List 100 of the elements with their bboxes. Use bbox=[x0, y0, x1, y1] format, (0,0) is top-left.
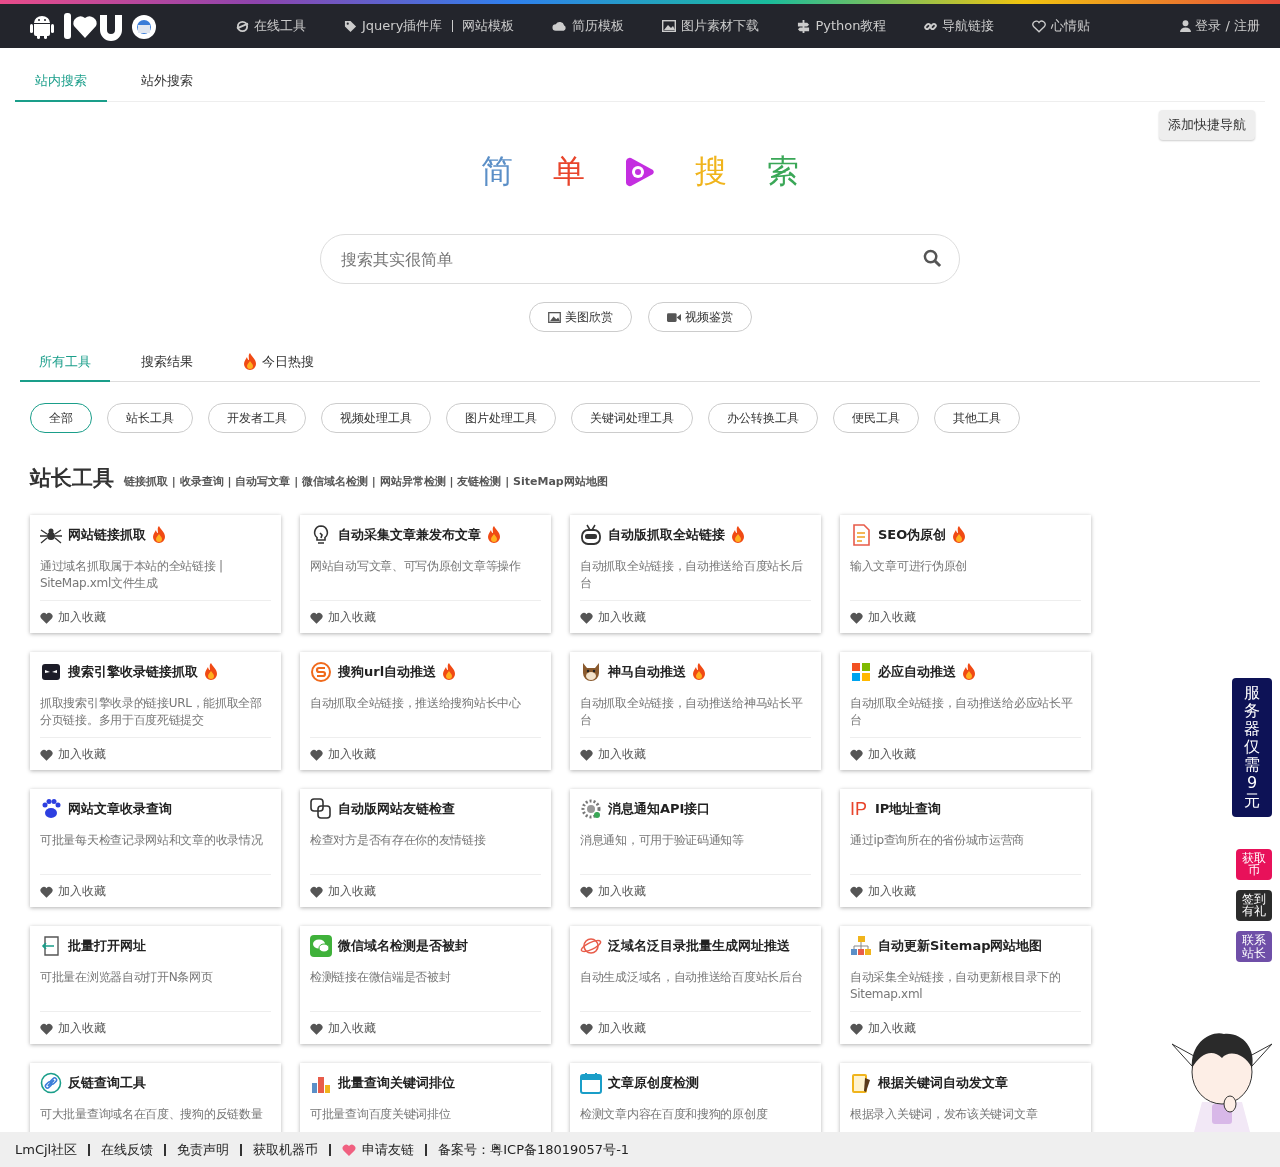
heart-icon bbox=[580, 1022, 593, 1035]
heart-icon bbox=[310, 748, 323, 761]
side-button[interactable]: 签到 有礼 bbox=[1236, 889, 1272, 921]
footer-link[interactable]: LmCjl社区 bbox=[15, 1143, 89, 1156]
card-description: 消息通知，可用于验证码通知等 bbox=[580, 832, 811, 875]
gear-icon bbox=[580, 798, 602, 820]
tool-card[interactable]: 搜狗url自动推送 自动抓取全站链接，推送给搜狗站长中心 加入收藏 bbox=[300, 652, 551, 770]
user-icon bbox=[1180, 20, 1192, 32]
card-title: 搜索引擎收录链接抓取 bbox=[68, 663, 198, 681]
tool-tab[interactable]: 搜索结果 bbox=[122, 344, 212, 382]
flame-icon bbox=[692, 663, 706, 681]
footer-link[interactable]: 获取机器币 bbox=[240, 1143, 330, 1156]
tool-card[interactable]: SEO伪原创 输入文章可进行伪原创 加入收藏 bbox=[840, 515, 1091, 633]
favorite-link[interactable]: 加入收藏 bbox=[40, 609, 106, 626]
favorite-link[interactable]: 加入收藏 bbox=[310, 1020, 376, 1037]
tool-card[interactable]: 泛域名泛目录批量生成网址推送 自动生成泛域名，自动推送给百度站长后台 加入收藏 bbox=[570, 926, 821, 1044]
tool-tab[interactable]: 今日热搜 bbox=[224, 344, 333, 382]
card-description: 自动抓取全站链接，自动推送给神马站长平台 bbox=[580, 695, 811, 738]
nav-link[interactable]: Python教程 bbox=[797, 17, 887, 35]
favorite-link[interactable]: 加入收藏 bbox=[310, 883, 376, 900]
flame-icon bbox=[487, 526, 501, 544]
favorite-link[interactable]: 加入收藏 bbox=[310, 746, 376, 763]
animal-face-icon bbox=[580, 661, 602, 683]
card-description: 网站自动写文章、可写伪原创文章等操作 bbox=[310, 558, 541, 601]
tool-card[interactable]: 搜索引擎收录链接抓取 抓取搜索引擎收录的链接URL，能抓取全部分页链接。多用于百度死链提交 加入收藏 bbox=[30, 652, 281, 770]
title-character: 单 bbox=[553, 151, 585, 192]
favorite-link[interactable]: 加入收藏 bbox=[850, 746, 916, 763]
flame-icon bbox=[152, 526, 166, 544]
calendar-icon bbox=[580, 1072, 602, 1094]
favorite-link[interactable]: 加入收藏 bbox=[580, 746, 646, 763]
tool-card[interactable]: 消息通知API接口 消息通知，可用于验证码通知等 加入收藏 bbox=[570, 789, 821, 907]
tool-card[interactable]: 微信域名检测是否被封 检测链接在微信端是否被封 加入收藏 bbox=[300, 926, 551, 1044]
tool-card[interactable]: 网站链接抓取 通过域名抓取属于本站的全站链接 | SiteMap.xml文件生成 加入收藏 bbox=[30, 515, 281, 633]
card-title: 微信域名检测是否被封 bbox=[338, 937, 468, 955]
tool-card[interactable]: 自动版抓取全站链接 自动抓取全站链接，自动推送给百度站长后台 加入收藏 bbox=[570, 515, 821, 633]
card-title: 文章原创度检测 bbox=[608, 1074, 699, 1092]
tool-card[interactable]: 根据关键词自动发文章 根据录入关键词，发布该关键词文章 bbox=[840, 1063, 1091, 1132]
heart-icon bbox=[310, 1022, 323, 1035]
favorite-link[interactable]: 加入收藏 bbox=[40, 746, 106, 763]
favorite-link[interactable]: 加入收藏 bbox=[580, 609, 646, 626]
favorite-link[interactable]: 加入收藏 bbox=[850, 883, 916, 900]
favorite-link[interactable]: 加入收藏 bbox=[580, 883, 646, 900]
card-description: 自动采集全站链接，自动更新根目录下的Sitemap.xml bbox=[850, 969, 1081, 1012]
heart-icon bbox=[1032, 19, 1047, 33]
tool-card[interactable]: 自动更新Sitemap网站地图 自动采集全站链接，自动更新根目录下的Sitemap.xml 加入收藏 bbox=[840, 926, 1091, 1044]
tool-card[interactable]: 神马自动推送 自动抓取全站链接，自动推送给神马站长平台 加入收藏 bbox=[570, 652, 821, 770]
login-link[interactable]: 登录 / 注册 bbox=[1195, 17, 1260, 35]
side-button[interactable]: 获取 币 bbox=[1236, 848, 1272, 880]
tool-card[interactable]: 反链查询工具 可大批量查询域名在百度、搜狗的反链数量 bbox=[30, 1063, 281, 1132]
favorite-link[interactable]: 加入收藏 bbox=[850, 609, 916, 626]
overlapping-squares-icon bbox=[310, 798, 332, 820]
tool-card[interactable]: 自动采集文章兼发布文章 网站自动写文章、可写伪原创文章等操作 加入收藏 bbox=[300, 515, 551, 633]
card-title: 神马自动推送 bbox=[608, 663, 686, 681]
favorite-link[interactable]: 加入收藏 bbox=[310, 609, 376, 626]
footer-link[interactable]: 申请友链 bbox=[329, 1143, 426, 1156]
footer-link[interactable]: 免责声明 bbox=[164, 1143, 241, 1156]
title-character: 简 bbox=[481, 151, 513, 192]
tool-card[interactable]: 自动版网站友链检查 检查对方是否有存在你的友情链接 加入收藏 bbox=[300, 789, 551, 907]
play-logo-icon bbox=[625, 156, 655, 188]
card-description: 可批量在浏览器自动打开N条网页 bbox=[40, 969, 271, 1012]
footer-link[interactable]: 在线反馈 bbox=[88, 1143, 165, 1156]
nav-link[interactable]: 网站模板 bbox=[462, 17, 515, 35]
tool-card[interactable]: 必应自动推送 自动抓取全站链接，自动推送给必应站长平台 加入收藏 bbox=[840, 652, 1091, 770]
tool-card[interactable]: IP IP地址查询 通过ip查询所在的省份城市运营商 加入收藏 bbox=[840, 789, 1091, 907]
search-tab[interactable]: 站内搜索 bbox=[15, 72, 107, 102]
card-title: 自动采集文章兼发布文章 bbox=[338, 526, 481, 544]
card-title: IP地址查询 bbox=[875, 800, 942, 818]
favorite-link[interactable]: 加入收藏 bbox=[40, 883, 106, 900]
heart-icon bbox=[40, 1022, 53, 1035]
flame-icon bbox=[962, 663, 976, 681]
tool-card[interactable]: 批量查询关键词排位 可批量查询百度关键词排位 bbox=[300, 1063, 551, 1132]
favorite-link[interactable]: 加入收藏 bbox=[580, 1020, 646, 1037]
nav-link[interactable]: 在线工具 bbox=[236, 17, 306, 35]
card-title: 批量查询关键词排位 bbox=[338, 1074, 455, 1092]
tool-tab[interactable]: 所有工具 bbox=[20, 344, 110, 382]
add-shortcut-button[interactable]: 添加快捷导航 bbox=[1159, 110, 1255, 140]
card-description: 自动抓取全站链接，自动推送给必应站长平台 bbox=[850, 695, 1081, 738]
nav-link[interactable]: 导航链接 bbox=[924, 17, 995, 35]
search-field[interactable]: 搜索其实很简单 bbox=[320, 234, 960, 284]
side-button[interactable]: 联系 站长 bbox=[1236, 930, 1272, 963]
search-tab[interactable]: 站外搜索 bbox=[121, 72, 213, 102]
image-icon bbox=[547, 311, 561, 323]
nav-link[interactable]: 图片素材下载 bbox=[662, 17, 760, 35]
search-icon[interactable] bbox=[923, 249, 942, 268]
orbit-icon bbox=[580, 935, 602, 957]
card-title: 根据关键词自动发文章 bbox=[878, 1074, 1008, 1092]
side-button[interactable]: 服 务 器 仅 需 9 元 bbox=[1232, 678, 1272, 817]
nav-link[interactable]: 心情贴 bbox=[1032, 17, 1091, 35]
nav-link[interactable]: 简历模板 bbox=[552, 17, 625, 35]
card-description: 通过域名抓取属于本站的全站链接 | SiteMap.xml文件生成 bbox=[40, 558, 271, 601]
nav-link[interactable]: Jquery插件库 bbox=[344, 17, 443, 35]
tool-card[interactable]: 文章原创度检测 检测文章内容在百度和搜狗的原创度 bbox=[570, 1063, 821, 1132]
section-subtitle: 链接抓取 | 收录查询 | 自动写文章 | 微信域名检测 | 网站异常检测 | 友链检测 | SiteMap网站地图 bbox=[124, 474, 608, 489]
card-title: 反链查询工具 bbox=[68, 1074, 146, 1092]
favorite-link[interactable]: 加入收藏 bbox=[40, 1020, 106, 1037]
tool-card[interactable]: 批量打开网址 可批量在浏览器自动打开N条网页 加入收藏 bbox=[30, 926, 281, 1044]
title-character: 索 bbox=[767, 151, 799, 192]
tool-card[interactable]: 网站文章收录查询 可批量每天检查记录网站和文章的收录情况 加入收藏 bbox=[30, 789, 281, 907]
flame-icon bbox=[442, 663, 457, 681]
favorite-link[interactable]: 加入收藏 bbox=[850, 1020, 916, 1037]
